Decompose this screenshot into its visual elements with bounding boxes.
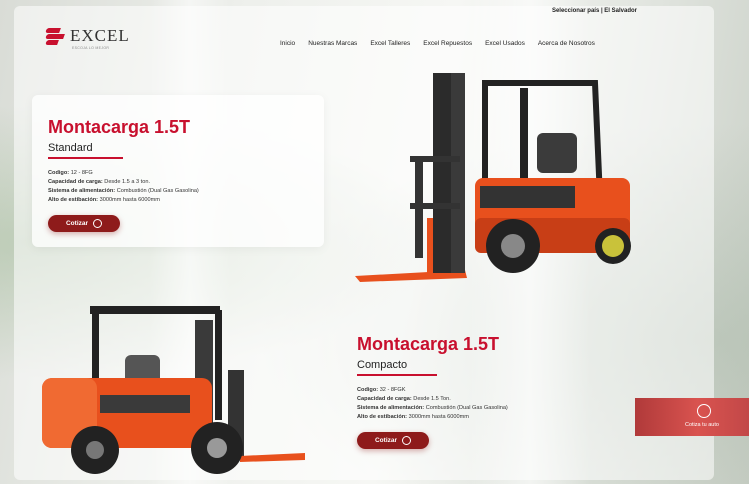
spec-label: Alto de estibación: bbox=[48, 197, 99, 203]
main-nav: Inicio Nuestras Marcas Excel Talleres Ex… bbox=[280, 40, 595, 47]
brand-logo[interactable]: EXCEL bbox=[45, 26, 130, 46]
cotizar-button[interactable]: Cotizar bbox=[48, 215, 120, 232]
cotiza-auto-badge[interactable]: Cotiza tu auto bbox=[635, 398, 749, 436]
nav-item-inicio[interactable]: Inicio bbox=[280, 40, 295, 47]
brand-tagline: ESCOJA LO MEJOR bbox=[72, 46, 110, 50]
spec-label: Capacidad de carga: bbox=[48, 179, 103, 185]
cta-label: Cotizar bbox=[65, 220, 89, 227]
spec-label: Sistema de alimentación: bbox=[357, 405, 425, 411]
spec-value: 3000mm hasta 6000mm bbox=[99, 197, 160, 203]
spec-label: Alto de estibación: bbox=[357, 414, 408, 420]
spec-value: Desde 1.5 Ton. bbox=[413, 396, 451, 402]
product-subtitle: Compacto bbox=[357, 359, 438, 376]
product-info-standard: Montacarga 1.5T Standard Codigo: 12 - 8F… bbox=[48, 117, 308, 232]
spec-value: 12 - 8FG bbox=[70, 170, 93, 176]
brand-name: EXCEL bbox=[70, 26, 130, 45]
spec-value: Combustión (Dual Gas Gasolina) bbox=[425, 405, 508, 411]
spec-label: Codigo: bbox=[357, 387, 379, 393]
badge-label: Cotiza tu auto bbox=[685, 422, 719, 428]
product-title: Montacarga 1.5T bbox=[357, 334, 500, 354]
spec-value: 3000mm hasta 6000mm bbox=[408, 414, 469, 420]
product-info-compacto: Montacarga 1.5T Compacto Codigo: 32 - 8F… bbox=[357, 334, 637, 449]
spec-label: Capacidad de carga: bbox=[357, 396, 412, 402]
nav-item-nuestras-marcas[interactable]: Nuestras Marcas bbox=[308, 40, 357, 47]
spec-value: Desde 1.5 a 3 ton. bbox=[104, 179, 150, 185]
whatsapp-icon bbox=[402, 436, 412, 445]
spec-label: Sistema de alimentación: bbox=[48, 188, 116, 194]
nav-item-excel-talleres[interactable]: Excel Talleres bbox=[370, 40, 410, 47]
forklift-compacto-image bbox=[42, 306, 305, 474]
nav-item-excel-usados[interactable]: Excel Usados bbox=[485, 40, 525, 47]
product-title: Montacarga 1.5T bbox=[48, 117, 191, 137]
cotizar-button[interactable]: Cotizar bbox=[357, 432, 429, 449]
nav-item-acerca-de-nosotros[interactable]: Acerca de Nosotros bbox=[538, 40, 595, 47]
nav-item-excel-repuestos[interactable]: Excel Repuestos bbox=[423, 40, 472, 47]
product-specs: Codigo: 12 - 8FG Capacidad de carga: Des… bbox=[48, 169, 308, 205]
spec-value: Combustión (Dual Gas Gasolina) bbox=[116, 188, 199, 194]
spec-label: Codigo: bbox=[48, 170, 70, 176]
forklift-standard-image bbox=[355, 73, 631, 282]
spec-value: 32 - 8FGK bbox=[379, 387, 406, 393]
product-specs: Codigo: 32 - 8FGK Capacidad de carga: De… bbox=[357, 386, 637, 422]
car-icon bbox=[697, 404, 711, 418]
logo-mark-icon bbox=[45, 28, 66, 45]
country-selector[interactable]: Seleccionar país | El Salvador bbox=[552, 8, 637, 14]
whatsapp-icon bbox=[93, 219, 103, 228]
cta-label: Cotizar bbox=[374, 437, 398, 444]
product-subtitle: Standard bbox=[48, 142, 123, 159]
